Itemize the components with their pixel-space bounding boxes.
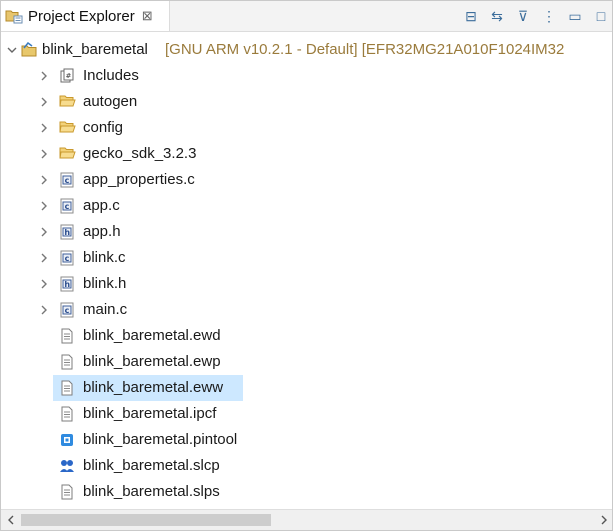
tree-item[interactable]: c blink.c [1,245,612,271]
text-file-icon [59,406,75,422]
tree-item-label: blink_baremetal.eww [83,379,224,396]
project-decoration: [GNU ARM v10.2.1 - Default] [EFR32MG21A0… [165,41,565,58]
slcp-file-icon [59,458,75,474]
project-explorer-view: Project Explorer ⊠ ⊟ ⇆ ⊽ ⋮ ▭ □ blink_baremeta… [0,0,613,531]
tree-item-label: gecko_sdk_3.2.3 [83,145,197,162]
project-explorer-icon [5,8,23,24]
pintool-file-icon [59,432,75,448]
tree-item-label: blink_baremetal.slcp [83,457,220,474]
tree-item-label: app.c [83,197,120,214]
project-explorer-tab[interactable]: Project Explorer ⊠ [1,1,170,31]
text-file-icon [59,354,75,370]
horizontal-scrollbar[interactable] [1,509,612,530]
tree-item-label: blink_baremetal.pintool [83,431,238,448]
tree-item[interactable]: autogen [1,89,612,115]
filter-icon[interactable]: ⊽ [510,5,536,27]
tree-item-label: app.h [83,223,121,240]
tree-row-project[interactable]: blink_baremetal [GNU ARM v10.2.1 - Defau… [1,37,612,63]
chevron-right-icon[interactable] [37,95,51,109]
tab-title: Project Explorer [28,7,135,25]
h-file-icon: h [59,276,75,292]
link-with-editor-icon[interactable]: ⇆ [484,5,510,27]
folder-icon [59,120,76,136]
tree-item-label: app_properties.c [83,171,195,188]
tree-item[interactable]: config [1,115,612,141]
tree-item[interactable]: blink_baremetal.ipcf [1,401,612,427]
chevron-right-icon[interactable] [37,225,51,239]
tree-item[interactable]: blink_baremetal.slcp [1,453,612,479]
view-tab-bar: Project Explorer ⊠ ⊟ ⇆ ⊽ ⋮ ▭ □ [1,1,612,32]
tree-item[interactable]: blink_baremetal.ewp [1,349,612,375]
svg-text:c: c [65,176,70,185]
svg-text:c: c [65,306,70,315]
tree-item-label: blink_baremetal.slps [83,483,220,500]
svg-text:#: # [66,72,72,80]
tree-item-label: main.c [83,301,128,318]
text-file-icon [59,484,75,500]
folder-icon [59,146,76,162]
tree-item-label: Includes [83,67,139,84]
c-file-icon: c [59,198,75,214]
chevron-right-icon[interactable] [37,277,51,291]
c-file-icon: c [59,172,75,188]
collapse-all-icon[interactable]: ⊟ [458,5,484,27]
tree-item-label: blink_baremetal.ewp [83,353,221,370]
scroll-left-icon[interactable] [3,510,19,530]
tree-item[interactable]: blink_baremetal.eww [1,375,612,401]
tree-item[interactable]: # Includes [1,63,612,89]
svg-text:h: h [64,228,70,237]
tree-item-label: blink_baremetal.ipcf [83,405,217,422]
chevron-right-icon[interactable] [37,303,51,317]
tree-item[interactable]: h app.h [1,219,612,245]
tree-item[interactable]: blink_baremetal.ewd [1,323,612,349]
h-file-icon: h [59,224,75,240]
svg-text:c: c [65,202,70,211]
tree-item[interactable]: c app.c [1,193,612,219]
tree-item-label: blink_baremetal.ewd [83,327,221,344]
c-file-icon: c [59,302,75,318]
chevron-right-icon[interactable] [37,251,51,265]
tree-item[interactable]: c app_properties.c [1,167,612,193]
minimize-icon[interactable]: ▭ [562,5,588,27]
c-file-icon: c [59,250,75,266]
scroll-right-icon[interactable] [596,510,612,530]
tree-item-label: config [83,119,124,136]
tree-item-label: blink.c [83,249,126,266]
text-file-icon [59,328,75,344]
svg-text:h: h [64,280,70,289]
view-toolbar: ⊟ ⇆ ⊽ ⋮ ▭ □ [458,1,612,31]
tree-item[interactable]: c main.c [1,297,612,323]
text-file-icon [59,380,75,396]
svg-text:c: c [65,254,70,263]
close-icon[interactable]: ⊠ [142,8,153,24]
folder-icon [59,94,76,110]
chevron-right-icon[interactable] [37,69,51,83]
includes-icon: # [59,68,75,84]
chevron-right-icon[interactable] [37,121,51,135]
scrollbar-thumb[interactable] [21,514,271,526]
tree-item[interactable]: blink_baremetal.slps [1,479,612,505]
chevron-right-icon[interactable] [37,147,51,161]
tree-item[interactable]: blink_baremetal.pintool [1,427,612,453]
project-name: blink_baremetal [42,41,148,58]
tree-item[interactable]: gecko_sdk_3.2.3 [1,141,612,167]
project-icon [21,41,37,58]
chevron-down-icon[interactable] [5,43,19,57]
chevron-right-icon[interactable] [37,199,51,213]
view-menu-icon[interactable]: ⋮ [536,5,562,27]
chevron-right-icon[interactable] [37,173,51,187]
tree-item-label: autogen [83,93,138,110]
tree-item-label: blink.h [83,275,127,292]
maximize-icon[interactable]: □ [588,5,612,27]
tree-item[interactable]: h blink.h [1,271,612,297]
